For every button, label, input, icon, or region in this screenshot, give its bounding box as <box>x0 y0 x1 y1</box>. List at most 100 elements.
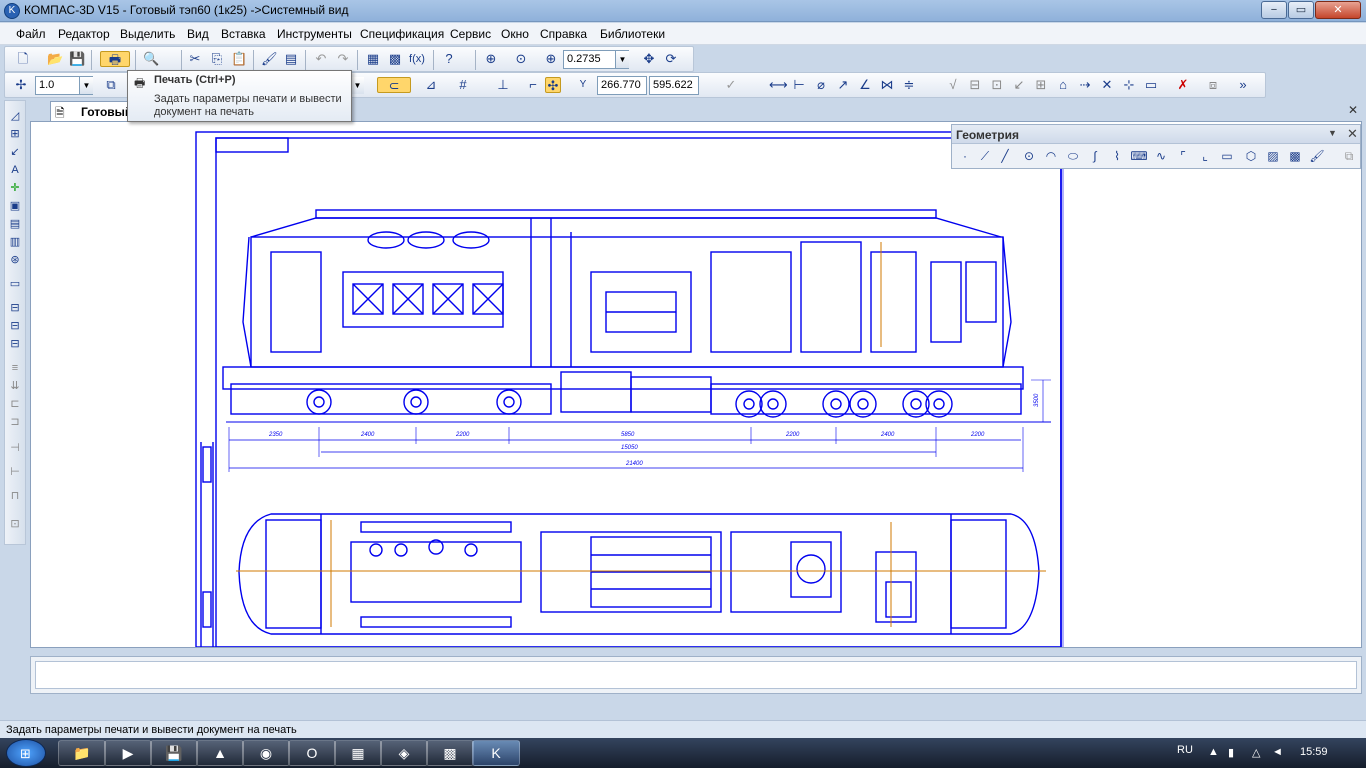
segment-icon[interactable]: ╱ <box>996 148 1014 165</box>
menu-view[interactable]: Вид <box>187 27 209 41</box>
spec-icon[interactable]: ⊛ <box>7 253 23 267</box>
fragment-icon[interactable]: ⊟ <box>7 319 23 333</box>
fill-icon[interactable]: ▩ <box>1286 148 1304 165</box>
position-icon[interactable]: ⊞ <box>1033 77 1049 93</box>
print-button[interactable]: 🖶 <box>100 51 130 67</box>
zoom-icon[interactable]: ⊙ <box>513 51 529 67</box>
magnet-snap-button[interactable]: ⊂ <box>377 77 411 93</box>
layer-icon[interactable]: ⧉ <box>103 77 119 93</box>
cut-line-icon[interactable]: ✕ <box>1099 77 1115 93</box>
axis-icon[interactable]: ⊹ <box>1121 77 1137 93</box>
properties-icon[interactable]: ▤ <box>283 51 299 67</box>
brush-icon[interactable]: 🖌 <box>1308 148 1326 165</box>
format-brush-icon[interactable]: 🖌 <box>261 51 278 67</box>
chamfer-icon[interactable]: ⌜ <box>1174 148 1192 165</box>
tool-8-icon[interactable]: ⊡ <box>7 517 23 531</box>
menu-select[interactable]: Выделить <box>120 27 175 41</box>
dim-break-icon[interactable]: ⋈ <box>879 77 895 93</box>
cut-icon[interactable]: ✂ <box>187 51 203 67</box>
rectangle-icon[interactable]: ▭ <box>1218 148 1236 165</box>
point-icon[interactable]: · <box>956 148 974 165</box>
report-icon[interactable]: ▭ <box>7 277 23 291</box>
delete-icon[interactable]: ✗ <box>1175 77 1191 93</box>
coord-x-field[interactable]: 266.770 <box>597 76 647 95</box>
tool-3-icon[interactable]: ⊏ <box>7 397 23 411</box>
dim-arc-icon[interactable]: ⊢ <box>791 77 807 93</box>
new-document-icon[interactable]: 🗋 <box>15 51 31 67</box>
variables-icon[interactable]: f(x) <box>409 51 425 67</box>
leader-icon[interactable]: ↙ <box>1011 77 1027 93</box>
measure-icon[interactable]: ▣ <box>7 199 23 213</box>
edit-panel-icon[interactable]: A <box>7 163 23 177</box>
spreadsheet-taskbar-button[interactable]: ▩ <box>426 740 474 766</box>
tool-7-icon[interactable]: ⊓ <box>7 489 23 503</box>
line-scale-dropdown-icon[interactable]: ▼ <box>79 77 93 94</box>
tolerance-icon[interactable]: ⊡ <box>989 77 1005 93</box>
ortho-icon[interactable]: ⊿ <box>423 77 439 93</box>
roughness-icon[interactable]: √ <box>945 77 961 93</box>
dim-height-icon[interactable]: ≑ <box>901 77 917 93</box>
drive-icon[interactable]: △ <box>1252 746 1260 759</box>
ellipse-icon[interactable]: ⬭ <box>1064 148 1082 165</box>
network-icon[interactable]: ▮ <box>1228 746 1234 759</box>
menu-insert[interactable]: Вставка <box>221 27 266 41</box>
aux-line-icon[interactable]: ⟋ <box>976 148 994 165</box>
avast-taskbar-button[interactable]: ▲ <box>196 740 244 766</box>
copy-props-icon[interactable]: ⧈ <box>1205 77 1221 93</box>
language-indicator[interactable]: RU <box>1177 744 1193 756</box>
tool-4-icon[interactable]: ⊐ <box>7 415 23 429</box>
chrome-taskbar-button[interactable]: ◉ <box>242 740 290 766</box>
explorer-taskbar-button[interactable]: 📁 <box>58 740 106 766</box>
refresh-icon[interactable]: ⟳ <box>663 51 679 67</box>
ortho-mode-icon[interactable]: ⌐ <box>525 77 541 93</box>
panel-menu-icon[interactable]: ▼ <box>1328 128 1337 138</box>
geometry-panel-header[interactable]: Геометрия ▼ ✕ <box>952 125 1360 144</box>
open-icon[interactable]: 📂 <box>47 51 63 67</box>
undo-icon[interactable]: ↶ <box>313 51 329 67</box>
view-panel-icon[interactable]: ⊟ <box>7 337 23 351</box>
redo-icon[interactable]: ↷ <box>335 51 351 67</box>
apply-icon[interactable]: ✓ <box>723 77 739 93</box>
menu-service[interactable]: Сервис <box>450 27 491 41</box>
round-snap-button[interactable]: ✣ <box>545 77 561 93</box>
dim-radius-icon[interactable]: ↗ <box>835 77 851 93</box>
associative-view-icon[interactable]: ▥ <box>7 235 23 249</box>
tray-expand-icon[interactable]: ▲ <box>1208 746 1219 758</box>
base-icon[interactable]: ⊟ <box>967 77 983 93</box>
zoom-in-icon[interactable]: ⊕ <box>543 51 559 67</box>
collect-contour-icon[interactable]: ⧉ <box>1340 148 1358 165</box>
close-button[interactable]: ✕ <box>1315 1 1361 19</box>
zoom-window-icon[interactable]: ⊕ <box>483 51 499 67</box>
calculator-taskbar-button[interactable]: ▦ <box>334 740 382 766</box>
paste-icon[interactable]: 📋 <box>231 51 247 67</box>
dim-linear-icon[interactable]: ⟷ <box>769 77 788 93</box>
mark-icon[interactable]: ⌂ <box>1055 77 1071 93</box>
contour-icon[interactable]: ⌨ <box>1130 148 1148 165</box>
menu-window[interactable]: Окно <box>501 27 529 41</box>
start-button[interactable]: ⊞ <box>6 739 46 767</box>
arc-icon[interactable]: ◠ <box>1042 148 1060 165</box>
copy-icon[interactable]: ⎘ <box>209 51 225 67</box>
menu-editor[interactable]: Редактор <box>58 27 110 41</box>
help-icon[interactable]: ? <box>441 51 457 67</box>
clock[interactable]: 15:59 <box>1300 746 1328 758</box>
library-manager-icon[interactable]: ▩ <box>387 51 403 67</box>
preview-icon[interactable]: 🔍 <box>143 51 159 67</box>
snap-icon[interactable]: ✢ <box>13 77 29 93</box>
local-cs-icon[interactable]: ⊥ <box>495 77 511 93</box>
manager-icon[interactable]: ▦ <box>365 51 381 67</box>
geometry-panel-icon[interactable]: ◿ <box>7 109 23 123</box>
tool-6-icon[interactable]: ⊢ <box>7 465 23 479</box>
minimize-button[interactable]: − <box>1261 1 1287 19</box>
style-dropdown-icon[interactable]: ▼ <box>350 77 364 94</box>
select-icon[interactable]: ▤ <box>7 217 23 231</box>
parametrization-icon[interactable]: ✛ <box>7 181 23 195</box>
arrow-view-icon[interactable]: ⇢ <box>1077 77 1093 93</box>
dimensions-panel-icon[interactable]: ⊞ <box>7 127 23 141</box>
menu-help[interactable]: Справка <box>540 27 587 41</box>
opera-taskbar-button[interactable]: O <box>288 740 336 766</box>
kompas-taskbar-button[interactable]: K <box>472 740 520 766</box>
tool-1-icon[interactable]: ≡ <box>7 361 23 375</box>
symbols-panel-icon[interactable]: ↙ <box>7 145 23 159</box>
maximize-button[interactable]: ▭ <box>1288 1 1314 19</box>
